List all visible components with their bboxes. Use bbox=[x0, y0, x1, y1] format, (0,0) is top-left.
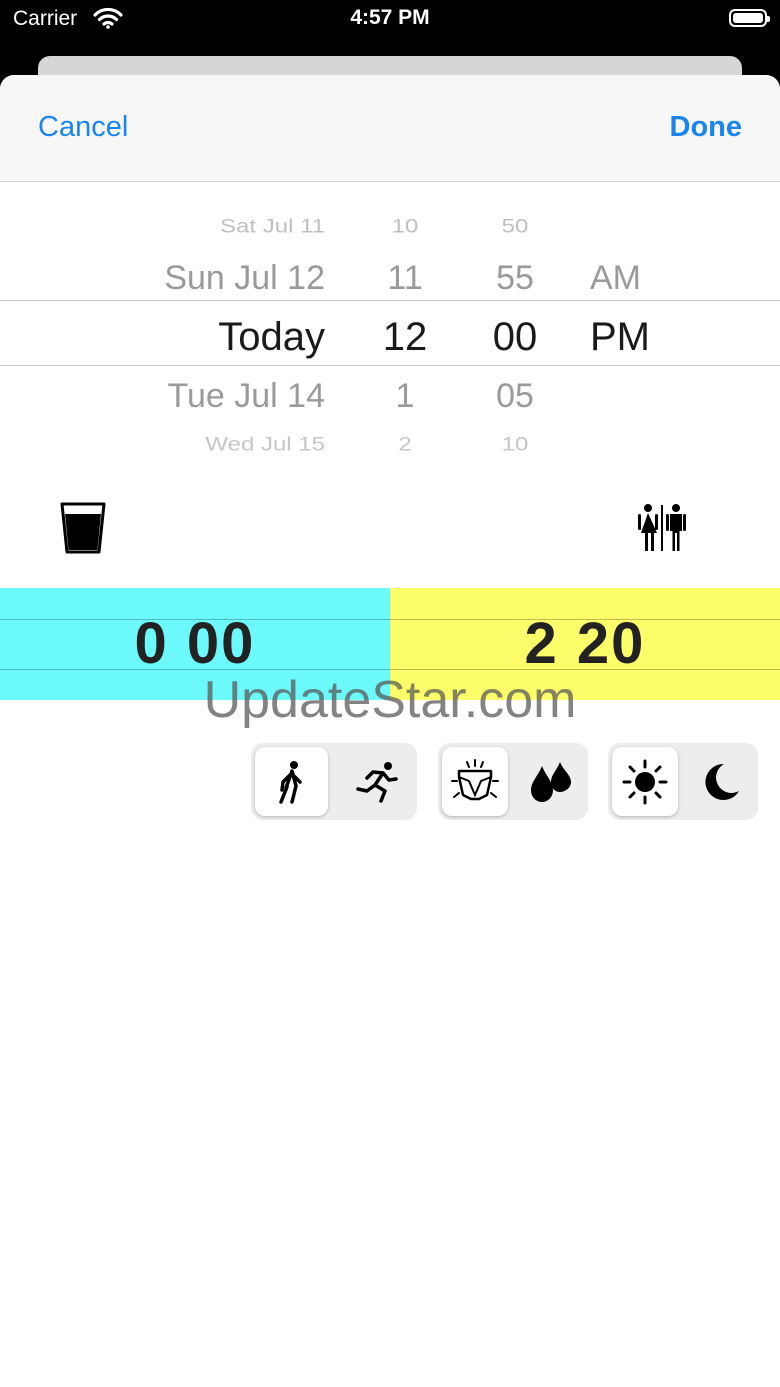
done-button[interactable]: Done bbox=[670, 111, 743, 144]
time-of-day-segmented-control[interactable] bbox=[608, 743, 758, 820]
picker-ampm-item[interactable]: AM bbox=[590, 259, 641, 298]
picker-hour-item[interactable]: 10 bbox=[370, 216, 440, 239]
picker-ampm-wheel[interactable]: AM PM bbox=[590, 181, 660, 451]
modal-sheet: Cancel Done Sat Jul 11 Sun Jul 12 Today … bbox=[0, 75, 780, 1387]
picker-date-item[interactable]: Sat Jul 11 bbox=[220, 216, 325, 239]
picker-ampm-selected[interactable]: PM bbox=[590, 315, 650, 360]
picker-date-item[interactable]: Wed Jul 15 bbox=[205, 434, 325, 457]
drinking-glass-icon bbox=[60, 502, 106, 554]
picker-minute-selected[interactable]: 00 bbox=[480, 315, 550, 360]
picker-hour-item[interactable]: 11 bbox=[370, 259, 440, 298]
picker-hour-wheel[interactable]: 10 11 12 1 2 bbox=[370, 181, 440, 456]
picker-minute-item[interactable]: 05 bbox=[480, 377, 550, 416]
diaper-icon bbox=[451, 758, 499, 800]
picker-date-selected[interactable]: Today bbox=[218, 315, 325, 360]
walking-segment[interactable] bbox=[255, 747, 328, 816]
restroom-icon bbox=[638, 504, 686, 551]
walking-icon bbox=[278, 760, 302, 804]
running-segment[interactable] bbox=[340, 747, 413, 816]
day-segment[interactable] bbox=[612, 747, 678, 816]
output-counter-value[interactable]: 2 20 bbox=[390, 610, 780, 677]
battery-icon bbox=[729, 9, 770, 27]
drops-icon bbox=[531, 761, 571, 802]
watermark: UpdateStar.com bbox=[203, 671, 577, 729]
picker-date-item[interactable]: Sun Jul 12 bbox=[164, 259, 325, 298]
picker-date-item[interactable]: Tue Jul 14 bbox=[168, 377, 326, 416]
output-type-segmented-control[interactable] bbox=[438, 743, 588, 820]
date-time-picker[interactable]: Sat Jul 11 Sun Jul 12 Today Tue Jul 14 W… bbox=[0, 181, 780, 481]
picker-hour-item[interactable]: 1 bbox=[370, 377, 440, 416]
picker-hour-selected[interactable]: 12 bbox=[370, 315, 440, 360]
status-bar: Carrier 4:57 PM bbox=[0, 0, 780, 40]
picker-date-wheel[interactable]: Sat Jul 11 Sun Jul 12 Today Tue Jul 14 W… bbox=[120, 181, 326, 456]
cancel-button[interactable]: Cancel bbox=[38, 111, 128, 144]
diaper-segment[interactable] bbox=[442, 747, 508, 816]
picker-minute-wheel[interactable]: 50 55 00 05 10 bbox=[480, 181, 550, 456]
picker-minute-item[interactable]: 10 bbox=[480, 434, 550, 457]
intake-counter-value[interactable]: 0 00 bbox=[0, 610, 390, 677]
moon-icon bbox=[705, 763, 739, 800]
activity-segmented-control[interactable] bbox=[251, 743, 417, 820]
sun-icon bbox=[622, 759, 668, 804]
nav-bar: Cancel Done bbox=[0, 75, 780, 182]
picker-hour-item[interactable]: 2 bbox=[370, 434, 440, 457]
night-segment[interactable] bbox=[688, 747, 754, 816]
running-icon bbox=[355, 761, 398, 803]
picker-minute-item[interactable]: 50 bbox=[480, 216, 550, 239]
picker-minute-item[interactable]: 55 bbox=[480, 259, 550, 298]
status-time: 4:57 PM bbox=[350, 6, 430, 29]
drops-segment[interactable] bbox=[518, 747, 584, 816]
